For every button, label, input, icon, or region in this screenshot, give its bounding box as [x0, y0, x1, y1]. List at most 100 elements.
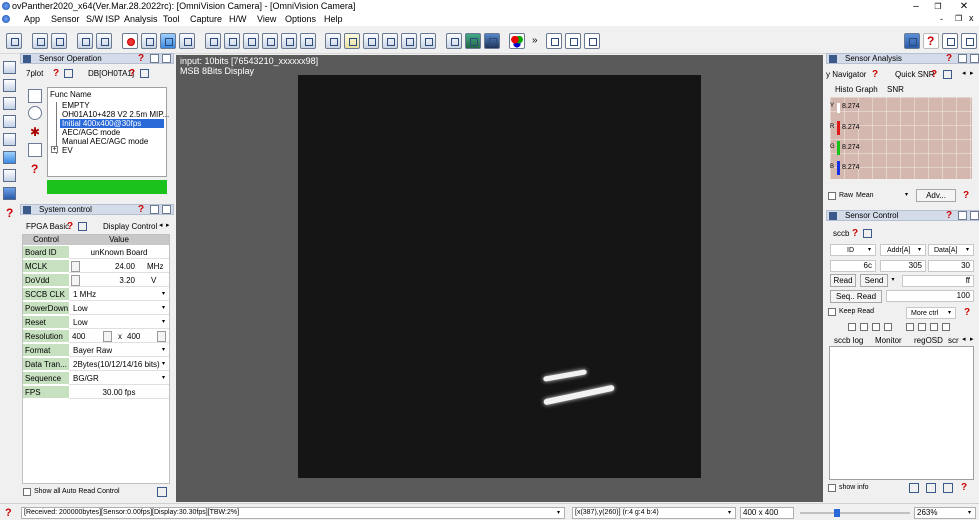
help-icon[interactable]: ? [964, 307, 970, 319]
help-icon[interactable]: ? [872, 69, 878, 81]
bars-icon[interactable] [205, 33, 221, 49]
menu-sw-isp[interactable]: S/W ISP [86, 14, 120, 24]
document-icon[interactable] [141, 33, 157, 49]
export-icon[interactable] [140, 69, 149, 78]
func-item-aec-agc[interactable]: AEC/AGC mode [62, 128, 120, 137]
close-icon[interactable] [970, 211, 979, 220]
help-icon[interactable]: ? [963, 190, 969, 202]
settings-icon[interactable] [157, 487, 167, 497]
func-item-empty[interactable]: EMPTY [62, 101, 90, 110]
sensor-icon[interactable] [3, 169, 16, 182]
bmp-icon[interactable] [465, 33, 481, 49]
target-icon[interactable] [325, 33, 341, 49]
bit-checkbox-4[interactable] [884, 323, 892, 331]
width-spinner[interactable] [103, 331, 112, 342]
id-select[interactable]: ID ▾ [830, 244, 876, 256]
adv-button[interactable]: Adv... [916, 189, 956, 202]
collapse-icon[interactable] [23, 55, 31, 63]
help-icon[interactable]: ? [946, 210, 952, 222]
about-icon[interactable] [942, 33, 958, 49]
child-restore-button[interactable]: ❐ [955, 14, 962, 23]
chip-icon[interactable] [3, 115, 16, 128]
grid-mixed-icon[interactable] [243, 33, 259, 49]
child-close-button[interactable]: x [969, 13, 974, 23]
float-icon[interactable] [958, 54, 967, 63]
bit-checkbox-5[interactable] [872, 323, 880, 331]
mclk-spinner[interactable] [71, 261, 80, 272]
menu-sensor[interactable]: Sensor [51, 14, 80, 24]
gear-icon[interactable] [3, 97, 16, 110]
fullscreen-icon[interactable] [584, 33, 600, 49]
tab-sccb-log[interactable]: sccb log [834, 336, 863, 345]
toolbar-overflow-icon[interactable]: » [532, 35, 538, 46]
show-info-checkbox[interactable] [828, 484, 836, 492]
zoom-icon[interactable] [77, 33, 93, 49]
histogram-icon[interactable] [51, 33, 67, 49]
mclk-value[interactable]: 24.00 [101, 260, 135, 273]
reset-select[interactable]: Low ▾ [69, 316, 169, 329]
tab-scr[interactable]: scr [948, 336, 959, 345]
addr-input[interactable]: 305 [880, 260, 926, 272]
export-icon[interactable] [863, 229, 872, 238]
tab-fpga-basic[interactable]: FPGA Basic [26, 222, 69, 231]
expand-ev-icon[interactable]: + [51, 146, 58, 153]
dropdown-arrow-icon[interactable]: ▾ [557, 508, 560, 518]
collapse-icon[interactable] [829, 55, 837, 63]
exit-icon[interactable] [961, 33, 977, 49]
help-icon[interactable]: ? [852, 228, 858, 240]
zoom-slider[interactable] [800, 509, 910, 517]
tab-left-arrow[interactable]: ◂ [159, 221, 163, 229]
tab-monitor[interactable]: Monitor [875, 336, 902, 345]
raw-icon[interactable] [484, 33, 500, 49]
height-spinner[interactable] [157, 331, 166, 342]
powerdown-select[interactable]: Low ▾ [69, 302, 169, 315]
menu-view[interactable]: View [257, 14, 276, 24]
float-icon[interactable] [150, 54, 159, 63]
bit-checkbox-2[interactable] [918, 323, 926, 331]
send-value-input[interactable]: ff [902, 275, 974, 287]
eye-icon[interactable] [300, 33, 316, 49]
menu-analysis[interactable]: Analysis [124, 14, 158, 24]
seq-value-input[interactable]: 100 [886, 290, 974, 302]
cross-grid-icon[interactable] [262, 33, 278, 49]
zoom-select[interactable]: 263% ▾ [914, 507, 976, 519]
tab-quick-snr[interactable]: Quick SNR [895, 70, 935, 79]
edit-tool-icon[interactable] [28, 89, 42, 103]
seq-read-button[interactable]: Seq.. Read [830, 290, 882, 303]
sequence-select[interactable]: BG/GR ▾ [69, 372, 169, 385]
help-icon[interactable]: ? [67, 221, 73, 233]
export-icon[interactable] [78, 222, 87, 231]
help-icon[interactable]: ? [5, 507, 12, 519]
sccb-log-area[interactable] [829, 346, 974, 480]
close-icon[interactable] [162, 54, 171, 63]
help-icon[interactable]: ? [138, 53, 144, 65]
grid-color-icon[interactable] [224, 33, 240, 49]
grid-icon[interactable] [28, 143, 42, 157]
register-map-icon[interactable] [3, 151, 16, 164]
resolution-height[interactable]: 400 [127, 330, 140, 343]
probe-icon[interactable] [122, 33, 138, 49]
collapse-icon[interactable] [829, 212, 837, 220]
menu-app[interactable]: App [24, 14, 40, 24]
table-icon[interactable] [3, 133, 16, 146]
help-icon[interactable]: ? [53, 68, 59, 80]
dovdd-spinner[interactable] [71, 275, 80, 286]
addr-select[interactable]: Addr[A] ▾ [880, 244, 926, 256]
menu-tool[interactable]: Tool [163, 14, 180, 24]
tab-left-arrow[interactable]: ◂ [962, 69, 966, 77]
menu-hw[interactable]: H/W [229, 14, 247, 24]
data-select[interactable]: Data[A] ▾ [928, 244, 974, 256]
menu-options[interactable]: Options [285, 14, 316, 24]
refresh-icon[interactable] [28, 106, 42, 120]
curve-icon[interactable] [281, 33, 297, 49]
read-button[interactable]: Read [830, 274, 856, 287]
page-icon[interactable] [3, 61, 16, 74]
keep-read-checkbox[interactable] [828, 308, 836, 316]
bit-checkbox-1[interactable] [930, 323, 938, 331]
data-input[interactable]: 30 [928, 260, 974, 272]
resolution-width[interactable]: 400 [72, 330, 85, 343]
register-icon[interactable] [160, 33, 176, 49]
tab-db[interactable]: DB[OH0TA1] [88, 69, 134, 78]
bit-checkbox-6[interactable] [860, 323, 868, 331]
child-minimize-button[interactable]: - [940, 14, 943, 24]
